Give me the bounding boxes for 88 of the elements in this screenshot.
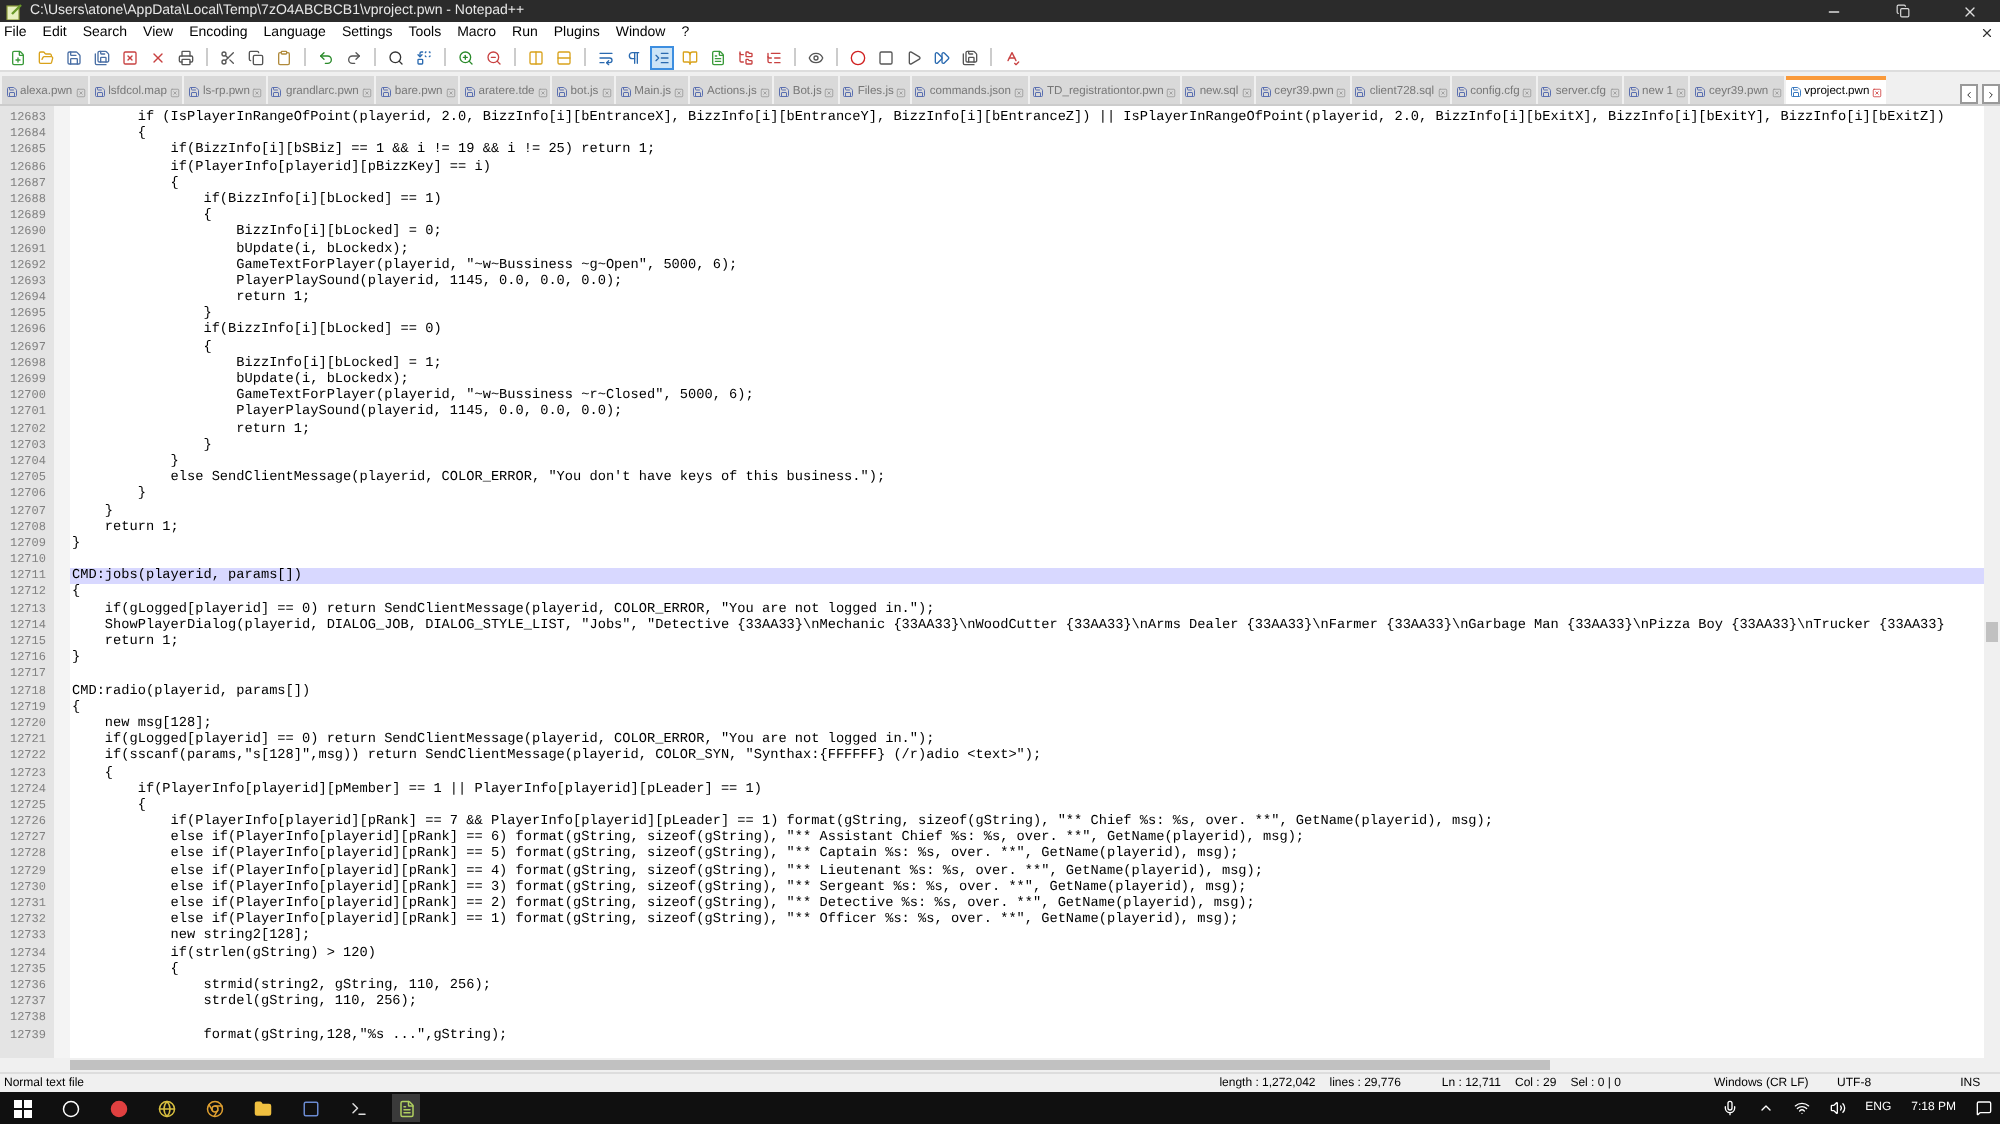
fast-forward-icon [934, 49, 950, 65]
notepad-icon [6, 3, 22, 19]
chevron-left-icon [1964, 89, 1974, 99]
scroll-right-button[interactable] [1982, 84, 2000, 104]
wifi-icon[interactable] [1793, 1100, 1810, 1116]
disk-icon [777, 86, 790, 98]
toolbar-button[interactable] [174, 45, 198, 69]
disk-icon [1259, 86, 1272, 98]
clipboard-icon [276, 49, 292, 65]
columns-icon [528, 49, 544, 65]
folder-tree-icon [738, 49, 754, 65]
save-macro-icon [962, 49, 978, 65]
eye-icon [808, 49, 824, 65]
toolbar-button[interactable] [412, 45, 436, 69]
disk-icon [463, 86, 476, 98]
disk-icon [842, 86, 855, 98]
disk-icon [1627, 86, 1640, 98]
undo-icon [318, 49, 334, 65]
disk-icon [692, 86, 705, 98]
notification-icon[interactable] [1976, 1100, 1992, 1116]
windows-logo-icon [13, 1099, 31, 1117]
disk-icon [1184, 86, 1197, 98]
toolbar-button[interactable] [650, 45, 674, 69]
disk-icon [555, 86, 568, 98]
printer-icon [178, 49, 194, 65]
disk-icon [379, 86, 392, 98]
terminal-icon [349, 1099, 367, 1117]
folder-icon [38, 49, 54, 65]
taskbar-app[interactable] [392, 1094, 420, 1122]
copy-icon [248, 49, 264, 65]
close-all-icon [150, 49, 166, 65]
window-icon [301, 1099, 319, 1117]
indent-icon [654, 49, 670, 65]
toolbar-button[interactable] [384, 45, 408, 69]
scrollbar-thumb[interactable] [1986, 622, 1998, 642]
disk-icon [1032, 86, 1044, 98]
disk-icon [270, 86, 283, 98]
scrollbar-thumb[interactable] [70, 1060, 1550, 1070]
start-button[interactable] [8, 1094, 36, 1122]
new-file-icon [10, 49, 26, 65]
disk-icon [1455, 86, 1468, 98]
speaker-icon[interactable] [1829, 1100, 1846, 1116]
folder-icon [253, 1099, 271, 1117]
toolbar-button[interactable] [216, 45, 240, 69]
toolbar-button[interactable] [244, 45, 268, 69]
disk-icon [1789, 86, 1802, 98]
wrap-icon [598, 49, 614, 65]
disk-icon [1354, 86, 1367, 98]
replace-icon [416, 49, 432, 65]
list-tree-icon [766, 49, 782, 65]
disk-icon [187, 86, 200, 98]
disk-icon [619, 86, 632, 98]
play-icon [906, 49, 922, 65]
zoom-out-icon [486, 49, 502, 65]
disk-icon [914, 86, 927, 98]
rows-icon [556, 49, 572, 65]
toolbar-button[interactable] [958, 45, 982, 69]
disk-icon [1540, 86, 1553, 98]
disk-icon [93, 86, 106, 98]
stop-icon [878, 49, 894, 65]
redo-icon [346, 49, 362, 65]
chevron-right-icon [1986, 89, 1996, 99]
disk-icon [5, 86, 17, 98]
record-icon [850, 49, 866, 65]
search-icon [388, 49, 404, 65]
globe-icon [157, 1099, 175, 1117]
book-icon [682, 49, 698, 65]
scroll-left-button[interactable] [1960, 84, 1978, 104]
zoom-in-icon [458, 49, 474, 65]
chevron-up-icon[interactable] [1757, 1100, 1774, 1116]
close-icon[interactable] [1980, 26, 1994, 40]
vertical-scrollbar[interactable] [1984, 106, 2000, 1058]
microphone-icon[interactable] [1721, 1100, 1738, 1116]
browser-icon [205, 1099, 223, 1117]
restore-icon [1895, 4, 1909, 18]
disk-icon [1693, 86, 1706, 98]
circle-icon [109, 1099, 127, 1117]
notepad-icon [397, 1099, 415, 1117]
circle-icon [61, 1099, 79, 1117]
close-icon [122, 49, 138, 65]
scissors-icon [220, 49, 236, 65]
close-icon [1962, 3, 1978, 19]
save-icon [66, 49, 82, 65]
toolbar-button[interactable] [846, 45, 870, 69]
document-icon [710, 49, 726, 65]
save-all-icon [94, 49, 110, 65]
spell-check-icon [1004, 49, 1020, 65]
pilcrow-icon [626, 49, 642, 65]
